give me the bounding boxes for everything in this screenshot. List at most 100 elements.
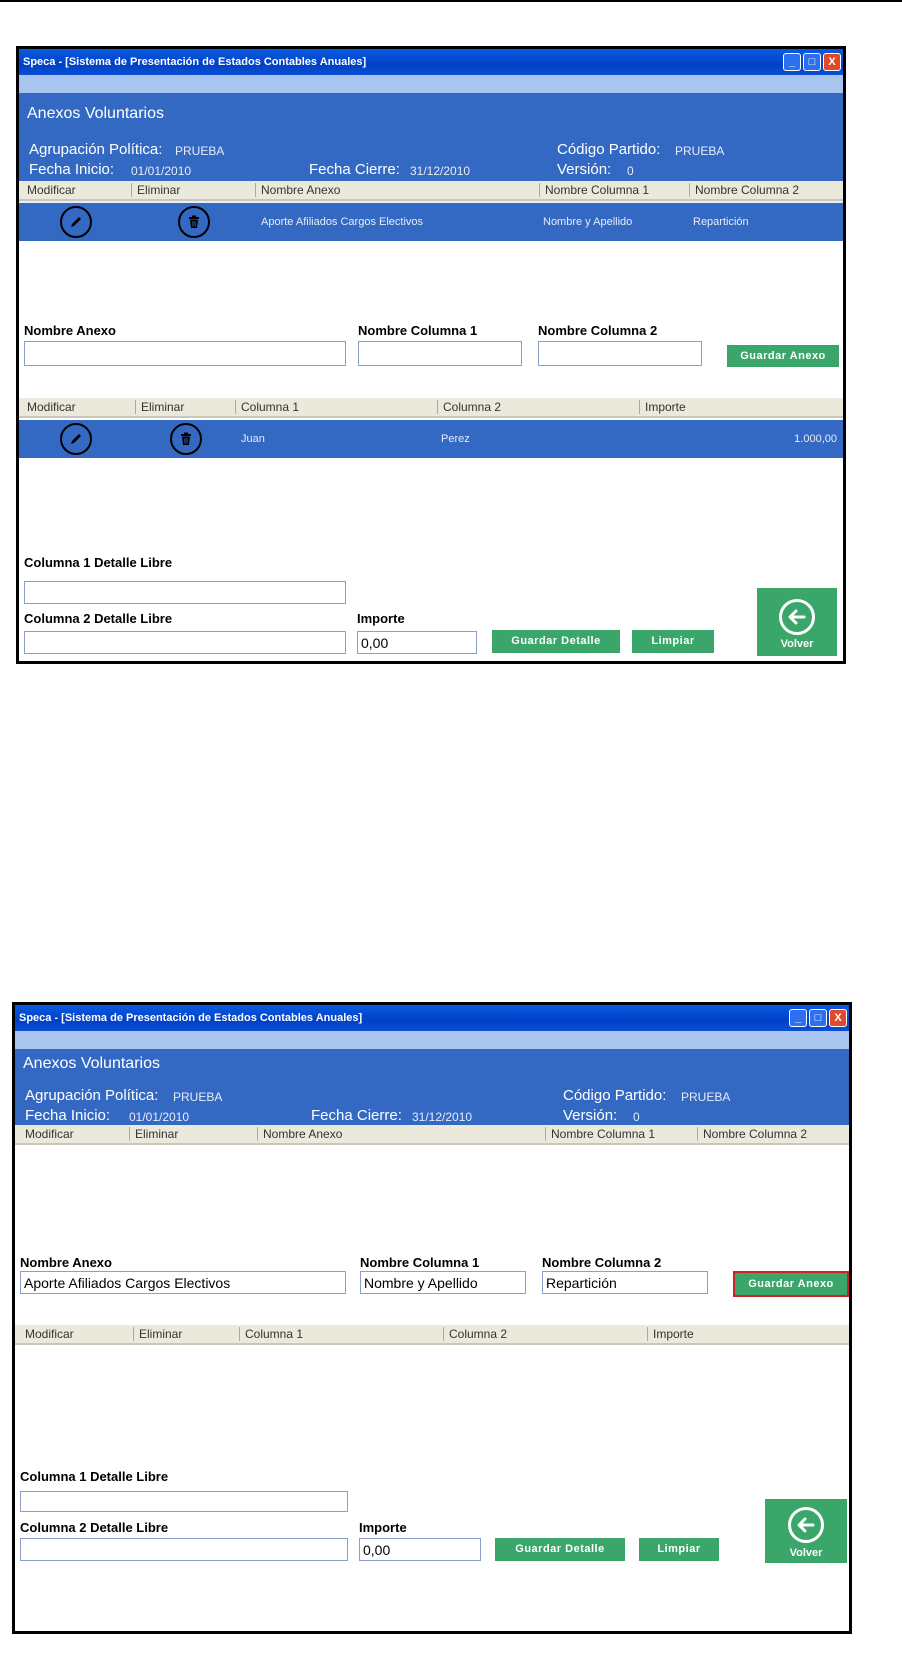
section-title: Anexos Voluntarios xyxy=(27,105,164,122)
codigo-label: Código Partido: xyxy=(557,141,661,158)
fecha-cierre-value: 31/12/2010 xyxy=(410,164,471,178)
col-columna-2: Columna 2 xyxy=(449,1327,508,1341)
guardar-detalle-button[interactable]: Guardar Detalle xyxy=(492,630,620,653)
row-nombre-columna-1: Nombre y Apellido xyxy=(543,216,633,228)
col-columna-1: Columna 1 xyxy=(241,400,300,414)
columna-2-detalle-input[interactable] xyxy=(20,1538,348,1561)
toolbar-strip xyxy=(19,75,843,93)
window-title: Speca - [Sistema de Presentación de Esta… xyxy=(19,1012,363,1024)
version-label: Versión: xyxy=(557,161,612,178)
columna-2-detalle-label: Columna 2 Detalle Libre xyxy=(24,611,173,626)
columna-1-detalle-input[interactable] xyxy=(20,1491,348,1512)
fecha-inicio-label: Fecha Inicio: xyxy=(25,1107,111,1124)
importe-label: Importe xyxy=(357,611,405,626)
window-titlebar: Speca - [Sistema de Presentación de Esta… xyxy=(19,49,843,75)
nombre-anexo-label: Nombre Anexo xyxy=(24,323,116,338)
toolbar-strip xyxy=(15,1031,849,1049)
row-importe: 1.000,00 xyxy=(794,433,837,445)
fecha-inicio-value: 01/01/2010 xyxy=(129,1110,190,1124)
columna-1-detalle-label: Columna 1 Detalle Libre xyxy=(24,555,173,570)
row-nombre-columna-2: Repartición xyxy=(693,216,749,228)
col-nombre-columna-1: Nombre Columna 1 xyxy=(551,1127,656,1141)
fecha-inicio-value: 01/01/2010 xyxy=(131,164,192,178)
fecha-inicio-label: Fecha Inicio: xyxy=(29,161,115,178)
volver-label: Volver xyxy=(780,638,814,650)
col-nombre-columna-2: Nombre Columna 2 xyxy=(695,183,800,197)
col-importe: Importe xyxy=(645,400,686,414)
row-columna-2: Perez xyxy=(441,433,470,445)
minimize-button[interactable]: _ xyxy=(783,53,801,71)
col-modificar: Modificar xyxy=(27,183,76,197)
col-modificar: Modificar xyxy=(27,400,76,414)
nombre-columna-1-label: Nombre Columna 1 xyxy=(360,1255,480,1270)
col-nombre-columna-1: Nombre Columna 1 xyxy=(545,183,650,197)
col-eliminar: Eliminar xyxy=(137,183,181,197)
arrow-left-icon xyxy=(788,1507,824,1543)
codigo-label: Código Partido: xyxy=(563,1087,667,1104)
agrupacion-label: Agrupación Política: xyxy=(29,141,163,158)
importe-label: Importe xyxy=(359,1520,407,1535)
limpiar-button[interactable]: Limpiar xyxy=(632,630,714,653)
guardar-anexo-button[interactable]: Guardar Anexo xyxy=(733,1271,849,1297)
col-importe: Importe xyxy=(653,1327,694,1341)
col-eliminar: Eliminar xyxy=(135,1127,179,1141)
col-eliminar: Eliminar xyxy=(141,400,185,414)
pencil-icon[interactable] xyxy=(60,206,92,238)
columna-1-detalle-input[interactable] xyxy=(24,581,346,604)
nombre-columna-1-input[interactable] xyxy=(358,341,522,366)
screenshot-2: Speca - [Sistema de Presentación de Esta… xyxy=(12,1002,852,1634)
fecha-cierre-label: Fecha Cierre: xyxy=(309,161,400,178)
nombre-anexo-input[interactable]: Aporte Afiliados Cargos Electivos xyxy=(20,1271,346,1294)
row-nombre-anexo: Aporte Afiliados Cargos Electivos xyxy=(261,216,424,228)
agrupacion-value: PRUEBA xyxy=(175,144,225,158)
version-value: 0 xyxy=(627,164,634,178)
nombre-anexo-input[interactable] xyxy=(24,341,346,366)
window-title: Speca - [Sistema de Presentación de Esta… xyxy=(23,56,367,68)
nombre-columna-1-input[interactable]: Nombre y Apellido xyxy=(360,1271,526,1294)
detalle-table-header: Modificar Eliminar Columna 1 Columna 2 I… xyxy=(19,398,843,418)
fecha-cierre-label: Fecha Cierre: xyxy=(311,1107,402,1124)
limpiar-button[interactable]: Limpiar xyxy=(639,1538,719,1561)
close-button[interactable]: X xyxy=(829,1009,847,1027)
volver-button[interactable]: Volver xyxy=(765,1499,847,1563)
nombre-anexo-label: Nombre Anexo xyxy=(20,1255,112,1270)
trash-icon[interactable] xyxy=(170,423,202,455)
nombre-columna-2-label: Nombre Columna 2 xyxy=(542,1255,662,1270)
window-titlebar: Speca - [Sistema de Presentación de Esta… xyxy=(15,1005,849,1031)
detalle-table-header: Modificar Eliminar Columna 1 Columna 2 I… xyxy=(15,1325,849,1345)
page-top-rule xyxy=(0,0,902,2)
guardar-detalle-button[interactable]: Guardar Detalle xyxy=(495,1538,625,1561)
col-columna-1: Columna 1 xyxy=(245,1327,304,1341)
fecha-cierre-value: 31/12/2010 xyxy=(412,1110,473,1124)
minimize-button[interactable]: _ xyxy=(789,1009,807,1027)
close-button[interactable]: X xyxy=(823,53,841,71)
guardar-anexo-button[interactable]: Guardar Anexo xyxy=(727,345,839,367)
anexos-table-header: Modificar Eliminar Nombre Anexo Nombre C… xyxy=(15,1125,849,1145)
version-value: 0 xyxy=(633,1110,640,1124)
nombre-columna-1-label: Nombre Columna 1 xyxy=(358,323,478,338)
col-modificar: Modificar xyxy=(25,1327,74,1341)
pencil-icon[interactable] xyxy=(60,423,92,455)
volver-button[interactable]: Volver xyxy=(757,588,837,656)
maximize-button[interactable]: □ xyxy=(809,1009,827,1027)
columna-2-detalle-label: Columna 2 Detalle Libre xyxy=(20,1520,169,1535)
anexos-table-header: Modificar Eliminar Nombre Anexo Nombre C… xyxy=(19,181,843,201)
header-panel: Anexos Voluntarios Agrupación Política: … xyxy=(19,93,843,181)
anexo-table-row[interactable]: Aporte Afiliados Cargos Electivos Nombre… xyxy=(19,203,843,241)
agrupacion-label: Agrupación Política: xyxy=(25,1087,159,1104)
maximize-button[interactable]: □ xyxy=(803,53,821,71)
arrow-left-icon xyxy=(779,599,815,635)
importe-input[interactable]: 0,00 xyxy=(359,1538,481,1561)
columna-2-detalle-input[interactable] xyxy=(24,631,346,654)
col-modificar: Modificar xyxy=(25,1127,74,1141)
nombre-columna-2-input[interactable]: Repartición xyxy=(542,1271,708,1294)
col-nombre-anexo: Nombre Anexo xyxy=(261,183,341,197)
agrupacion-value: PRUEBA xyxy=(173,1090,223,1104)
volver-label: Volver xyxy=(789,1547,823,1559)
screenshot-1: Speca - [Sistema de Presentación de Esta… xyxy=(16,46,846,664)
importe-input[interactable]: 0,00 xyxy=(357,631,477,654)
nombre-columna-2-input[interactable] xyxy=(538,341,702,366)
detalle-table-row[interactable]: Juan Perez 1.000,00 xyxy=(19,420,843,458)
trash-icon[interactable] xyxy=(178,206,210,238)
codigo-value: PRUEBA xyxy=(675,144,725,158)
